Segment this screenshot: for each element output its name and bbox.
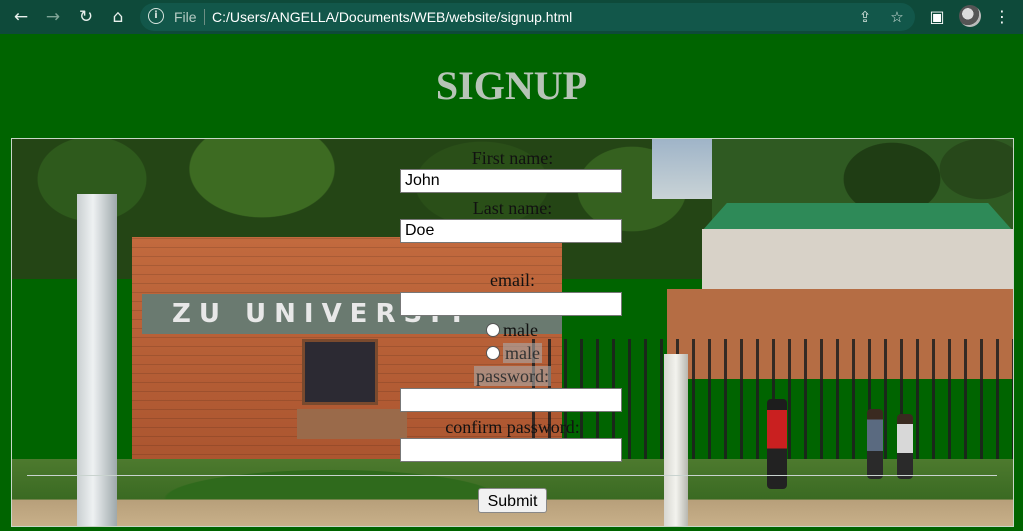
star-icon[interactable]: ☆ <box>887 7 907 27</box>
email-label: email: <box>490 270 535 290</box>
last-name-input[interactable] <box>400 219 622 243</box>
divider <box>27 475 997 476</box>
address-separator <box>204 9 205 25</box>
share-icon[interactable]: ⇪ <box>855 7 875 27</box>
gender-option-2[interactable]: male <box>486 343 542 364</box>
browser-toolbar: ← → ↻ ⌂ i File C:/Users/ANGELLA/Document… <box>0 0 1023 34</box>
password-input[interactable] <box>400 388 622 412</box>
signup-form: First name: Last name: email: male male … <box>12 139 1013 526</box>
forward-arrow-icon[interactable]: → <box>42 6 64 28</box>
first-name-label: First name: <box>471 148 554 168</box>
radio-button[interactable] <box>486 323 500 337</box>
url-scheme-label: File <box>174 9 197 25</box>
radio-button[interactable] <box>486 346 500 360</box>
address-bar[interactable]: i File C:/Users/ANGELLA/Documents/WEB/we… <box>140 3 915 31</box>
page-title: SIGNUP <box>435 63 588 108</box>
reload-icon[interactable]: ↻ <box>75 6 97 28</box>
home-icon[interactable]: ⌂ <box>107 6 129 28</box>
kebab-menu-icon[interactable]: ⋮ <box>991 6 1013 28</box>
gender-option-label: male <box>503 343 542 363</box>
avatar[interactable] <box>959 5 981 27</box>
confirm-password-label: confirm password: <box>445 417 580 437</box>
gender-option-label: male <box>503 320 538 340</box>
gender-option-1[interactable]: male <box>486 320 538 341</box>
info-icon[interactable]: i <box>148 8 164 24</box>
confirm-password-input[interactable] <box>400 438 622 462</box>
email-input[interactable] <box>400 292 622 316</box>
first-name-input[interactable] <box>400 169 622 193</box>
last-name-label: Last name: <box>472 198 553 218</box>
signup-panel: ZU UNIVERSIT First name: Last name: emai… <box>11 138 1014 527</box>
side-panel-icon[interactable]: ▣ <box>926 6 948 28</box>
submit-button[interactable]: Submit <box>478 488 547 513</box>
password-label: password: <box>474 366 551 386</box>
url-text[interactable]: C:/Users/ANGELLA/Documents/WEB/website/s… <box>212 9 572 25</box>
back-arrow-icon[interactable]: ← <box>10 6 32 28</box>
password-label-row: password: <box>12 366 1013 387</box>
